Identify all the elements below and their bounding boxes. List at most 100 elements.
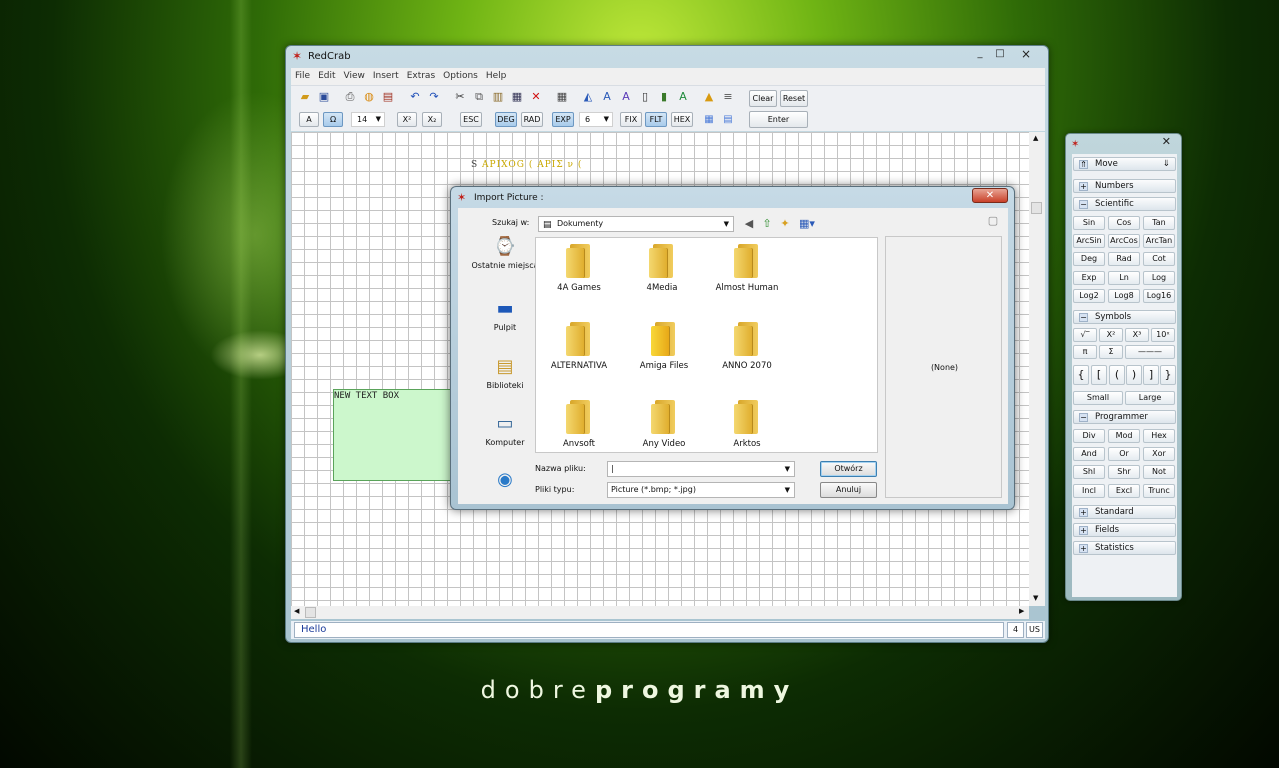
reset-button[interactable]: Reset xyxy=(780,90,808,107)
large-button[interactable]: Large xyxy=(1125,391,1175,405)
deg-button[interactable]: DEG xyxy=(495,112,517,127)
palette-move[interactable]: ⇑ Move ⇓ xyxy=(1073,157,1176,171)
hex-button[interactable]: Hex xyxy=(1143,429,1175,443)
place-computer[interactable]: ▭ Komputer xyxy=(470,413,540,448)
minimize-button[interactable]: _ xyxy=(970,48,990,60)
bracket-open-button[interactable]: [ xyxy=(1091,365,1107,385)
rad-button[interactable]: RAD xyxy=(521,112,543,127)
log8-button[interactable]: Log8 xyxy=(1108,289,1140,303)
sin-button[interactable]: Sin xyxy=(1073,216,1105,230)
menu-help[interactable]: Help xyxy=(482,68,511,81)
back-icon[interactable]: ◀ xyxy=(742,217,756,231)
menu-file[interactable]: File xyxy=(291,68,314,81)
xor-button[interactable]: Xor xyxy=(1143,447,1175,461)
palette-close-button[interactable]: ✕ xyxy=(1162,135,1171,148)
page-setup-icon[interactable]: ▤ xyxy=(380,89,396,105)
subscript-button[interactable]: X₂ xyxy=(422,112,442,127)
ln-button[interactable]: Ln xyxy=(1108,271,1140,285)
insert-textbox-icon[interactable]: A xyxy=(675,89,691,105)
small-button[interactable]: Small xyxy=(1073,391,1123,405)
vertical-scrollbar[interactable]: ▲ ▼ xyxy=(1029,132,1045,606)
section-programmer[interactable]: − Programmer xyxy=(1073,410,1176,424)
power10-button[interactable]: 10ˣ xyxy=(1151,328,1175,342)
section-symbols[interactable]: − Symbols xyxy=(1073,310,1176,324)
cos-button[interactable]: Cos xyxy=(1108,216,1140,230)
open-button[interactable]: Otwórz xyxy=(820,461,877,477)
insert-formula-icon[interactable]: A xyxy=(618,89,634,105)
copy-icon[interactable]: ⧉ xyxy=(471,89,487,105)
place-network[interactable]: ◉ xyxy=(470,469,540,494)
hex-button[interactable]: HEX xyxy=(671,112,693,127)
font-a-button[interactable]: A xyxy=(299,112,319,127)
folder-item[interactable]: Any Video xyxy=(621,400,707,449)
place-recent[interactable]: ⌚ Ostatnie miejsca xyxy=(470,236,540,271)
insert-chart-icon[interactable]: ▮ xyxy=(656,89,672,105)
folder-item[interactable]: Arktos xyxy=(704,400,790,449)
sigma-button[interactable]: Σ xyxy=(1099,345,1123,359)
shl-button[interactable]: Shl xyxy=(1073,465,1105,479)
or-button[interactable]: Or xyxy=(1108,447,1140,461)
enter-button[interactable]: Enter xyxy=(749,111,808,128)
print-preview-icon[interactable]: ◍ xyxy=(361,89,377,105)
close-button[interactable]: × xyxy=(1013,48,1039,60)
insert-graph-icon[interactable]: ◭ xyxy=(580,89,596,105)
folder-item[interactable]: Anvsoft xyxy=(536,400,622,449)
symbol-omega-button[interactable]: Ω xyxy=(323,112,343,127)
delete-icon[interactable]: ✕ xyxy=(528,89,544,105)
redo-icon[interactable]: ↷ xyxy=(426,89,442,105)
brace-open-button[interactable]: { xyxy=(1073,365,1089,385)
save-icon[interactable]: ▣ xyxy=(316,89,332,105)
folder-item[interactable]: Almost Human xyxy=(704,244,790,293)
cot-button[interactable]: Cot xyxy=(1143,252,1175,266)
scroll-down-icon[interactable]: ▼ xyxy=(1033,594,1038,602)
fraction-line-button[interactable]: ——— xyxy=(1125,345,1175,359)
formula-expression[interactable]: S APIXOG ( APIΣ ν ( xyxy=(471,160,582,170)
command-line[interactable]: Hello xyxy=(294,622,1004,638)
rad-button[interactable]: Rad xyxy=(1108,252,1140,266)
precision-select[interactable]: 6 ▼ xyxy=(579,112,613,127)
section-scientific[interactable]: − Scientific xyxy=(1073,197,1176,211)
square-button[interactable]: X² xyxy=(1099,328,1123,342)
folder-item[interactable]: Amiga Files xyxy=(621,322,707,371)
hscroll-thumb[interactable] xyxy=(305,607,316,618)
not-button[interactable]: Not xyxy=(1143,465,1175,479)
scroll-right-icon[interactable]: ▶ xyxy=(1019,607,1024,615)
insert-text-icon[interactable]: A xyxy=(599,89,615,105)
list-icon[interactable]: ≡ xyxy=(720,89,736,105)
bracket-close-button[interactable]: ] xyxy=(1143,365,1159,385)
arcsin-button[interactable]: ArcSin xyxy=(1073,234,1105,248)
log16-button[interactable]: Log16 xyxy=(1143,289,1175,303)
folder-item[interactable]: 4Media xyxy=(619,244,705,293)
trunc-button[interactable]: Trunc xyxy=(1143,484,1175,498)
fix-button[interactable]: FIX xyxy=(620,112,642,127)
incl-button[interactable]: Incl xyxy=(1073,484,1105,498)
text-box[interactable]: NEW TEXT BOX xyxy=(333,389,463,481)
exp-button[interactable]: Exp xyxy=(1073,271,1105,285)
paren-close-button[interactable]: ) xyxy=(1126,365,1142,385)
filename-input[interactable]: | ▼ xyxy=(607,461,795,477)
mod-button[interactable]: Mod xyxy=(1108,429,1140,443)
div-button[interactable]: Div xyxy=(1073,429,1105,443)
table-icon[interactable]: ▤ xyxy=(720,112,736,128)
shr-button[interactable]: Shr xyxy=(1108,465,1140,479)
print-icon[interactable]: ⎙ xyxy=(342,89,358,105)
sqrt-button[interactable]: √‾ xyxy=(1073,328,1097,342)
menu-extras[interactable]: Extras xyxy=(403,68,439,81)
view-menu-icon[interactable]: ▦▾ xyxy=(797,217,817,231)
cube-button[interactable]: X³ xyxy=(1125,328,1149,342)
scroll-up-icon[interactable]: ▲ xyxy=(1033,134,1038,142)
open-icon[interactable]: ▰ xyxy=(297,89,313,105)
arctan-button[interactable]: ArcTan xyxy=(1143,234,1175,248)
and-button[interactable]: And xyxy=(1073,447,1105,461)
esc-button[interactable]: ESC xyxy=(460,112,482,127)
tan-button[interactable]: Tan xyxy=(1143,216,1175,230)
paste-icon[interactable]: ▥ xyxy=(490,89,506,105)
undo-icon[interactable]: ↶ xyxy=(407,89,423,105)
deg-button[interactable]: Deg xyxy=(1073,252,1105,266)
calculator-icon[interactable]: ▦ xyxy=(509,89,525,105)
pi-button[interactable]: π xyxy=(1073,345,1097,359)
excl-button[interactable]: Excl xyxy=(1108,484,1140,498)
section-statistics[interactable]: + Statistics xyxy=(1073,541,1176,555)
maximize-button[interactable]: □ xyxy=(990,48,1010,60)
arccos-button[interactable]: ArcCos xyxy=(1108,234,1140,248)
